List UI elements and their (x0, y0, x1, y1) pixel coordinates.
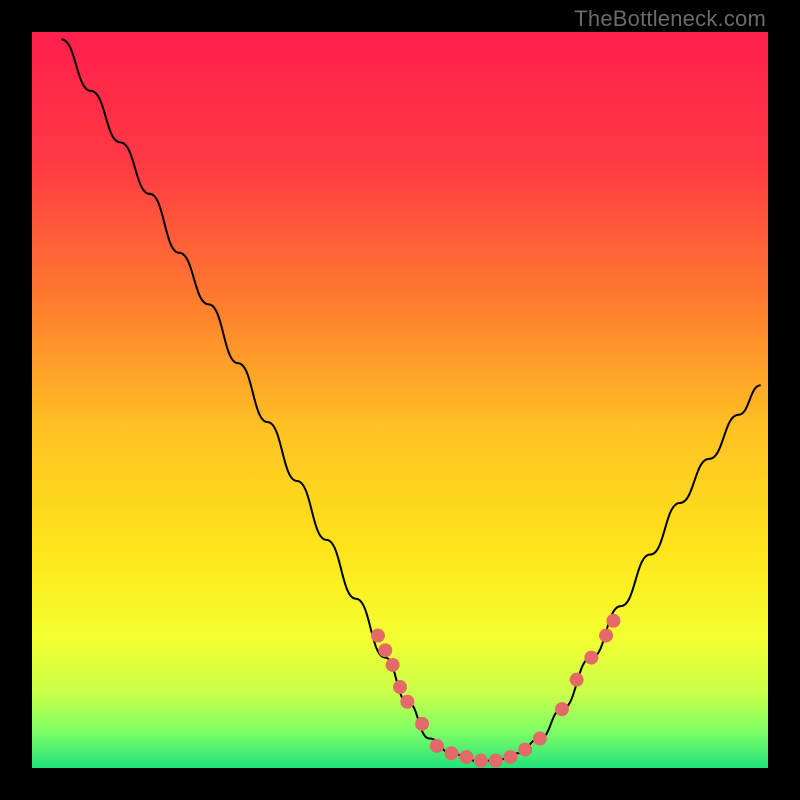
gradient-background (32, 32, 768, 768)
marker-point (445, 746, 459, 760)
watermark-text: TheBottleneck.com (574, 6, 766, 32)
plot-area (32, 32, 768, 768)
marker-point (371, 629, 385, 643)
marker-point (518, 743, 532, 757)
marker-point (474, 754, 488, 768)
marker-point (570, 673, 584, 687)
chart-frame: TheBottleneck.com (0, 0, 800, 800)
marker-point (430, 739, 444, 753)
marker-point (489, 754, 503, 768)
marker-point (400, 695, 414, 709)
marker-point (415, 717, 429, 731)
marker-point (599, 629, 613, 643)
marker-point (584, 651, 598, 665)
marker-point (378, 643, 392, 657)
marker-point (606, 614, 620, 628)
marker-point (503, 750, 517, 764)
marker-point (386, 658, 400, 672)
marker-point (555, 702, 569, 716)
marker-point (393, 680, 407, 694)
marker-point (459, 750, 473, 764)
chart-svg (32, 32, 768, 768)
marker-point (533, 732, 547, 746)
